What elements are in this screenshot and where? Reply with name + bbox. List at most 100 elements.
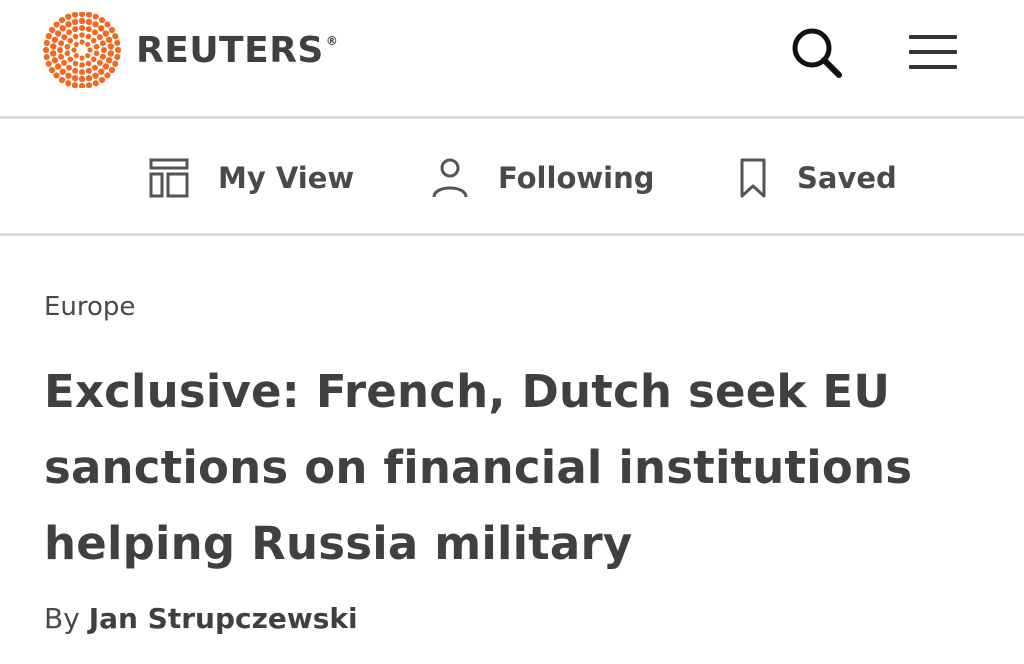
logo-dot [79, 69, 85, 75]
logo-dot [93, 43, 100, 50]
logo-dot [71, 12, 79, 18]
brand-text: REUTERS [136, 29, 324, 71]
logo-dot [54, 30, 62, 37]
logo-dot [114, 39, 121, 47]
logo-dot [107, 50, 114, 57]
logo-dot [71, 18, 79, 26]
saved-label: Saved [797, 161, 897, 195]
logo-dot [72, 26, 79, 33]
logo-dot [54, 63, 62, 70]
logo-dot [105, 36, 113, 43]
logo-dot [85, 67, 92, 74]
logo-dot [50, 50, 57, 57]
logo-dot [85, 82, 93, 88]
layout-grid-icon [149, 158, 189, 198]
logo-dot [48, 26, 56, 34]
logo-dot [73, 53, 79, 59]
author-link[interactable]: Jan Strupczewski [89, 602, 358, 635]
my-view-link[interactable]: My View [146, 153, 354, 203]
logo-dot [65, 72, 72, 79]
logo-dot [73, 41, 79, 47]
logo-dot [66, 64, 73, 71]
logo-dot [79, 62, 85, 68]
my-view-label: My View [218, 161, 355, 195]
logo-dot [61, 34, 68, 41]
subnav-divider [0, 233, 1024, 236]
logo-dot [65, 80, 72, 87]
logo-dot [45, 33, 52, 40]
logo-dot [98, 25, 105, 32]
logo-dot [71, 74, 79, 82]
logo-dot [104, 21, 111, 28]
article-header: Europe Exclusive: French, Dutch seek EU … [44, 292, 944, 635]
logo-dot [65, 21, 72, 28]
logo-dot [99, 40, 106, 47]
logo-dot [48, 66, 56, 74]
article-byline: By Jan Strupczewski [44, 602, 944, 635]
logo-dot [78, 82, 86, 88]
logo-dot [107, 43, 114, 50]
logo-dot [58, 76, 66, 84]
logo-dot [104, 72, 111, 79]
logo-dot [59, 25, 66, 32]
site-header: REUTERS ® [0, 0, 1024, 118]
menu-button[interactable] [903, 22, 963, 82]
logo-dot [71, 82, 79, 88]
logo-dot [64, 43, 71, 50]
logo-dot [85, 74, 93, 82]
logo-dot [91, 64, 98, 71]
logo-dot [57, 47, 63, 53]
logo-dot [78, 17, 86, 25]
logo-dot [58, 16, 66, 24]
logo-dot [112, 60, 119, 67]
logo-dot [43, 53, 50, 61]
logo-dot [78, 12, 86, 18]
logo-dot [85, 33, 92, 40]
logo-dot [98, 16, 106, 24]
saved-link[interactable]: Saved [735, 153, 897, 203]
logo-dot [79, 55, 85, 61]
logo-dot [85, 53, 91, 59]
logo-dot [101, 47, 107, 53]
reuters-logo[interactable]: REUTERS ® [40, 12, 338, 88]
user-subnav: My View Following Saved [0, 119, 1024, 233]
logo-dot [98, 76, 106, 84]
logo-dot [71, 47, 77, 53]
logo-dot [79, 39, 85, 45]
logo-dot [93, 50, 100, 57]
logo-dot [90, 56, 97, 63]
logo-dot [66, 29, 73, 36]
logo-dot [58, 53, 65, 60]
logo-dot [53, 21, 60, 28]
logo-dot [114, 53, 121, 61]
logo-dot [91, 29, 98, 36]
logo-dot [64, 50, 71, 57]
logo-dot [102, 30, 110, 37]
search-button[interactable] [786, 22, 846, 82]
following-link[interactable]: Following [428, 153, 655, 203]
logo-dot [72, 33, 79, 40]
logo-dot [72, 67, 79, 74]
logo-dot [85, 18, 93, 26]
logo-dot [72, 60, 79, 67]
logo-dot [85, 41, 91, 47]
logo-dot [45, 60, 52, 67]
logo-dot [96, 34, 103, 41]
logo-dot [42, 46, 50, 54]
byline-prefix: By [44, 602, 80, 635]
logo-dot [78, 75, 86, 83]
logo-dot [59, 68, 66, 75]
registered-mark: ® [325, 33, 339, 48]
logo-dot [67, 56, 74, 63]
person-icon [432, 158, 468, 198]
article-headline: Exclusive: French, Dutch seek EU sanctio… [44, 365, 913, 570]
logo-dot [112, 33, 119, 40]
logo-dot [79, 25, 85, 31]
reuters-logo-mark-icon [42, 12, 122, 88]
logo-dot [50, 43, 57, 50]
logo-dot [51, 57, 59, 64]
article-category-link[interactable]: Europe [44, 292, 944, 322]
logo-dot [105, 57, 113, 64]
logo-dot [61, 59, 68, 66]
logo-dot [53, 72, 60, 79]
